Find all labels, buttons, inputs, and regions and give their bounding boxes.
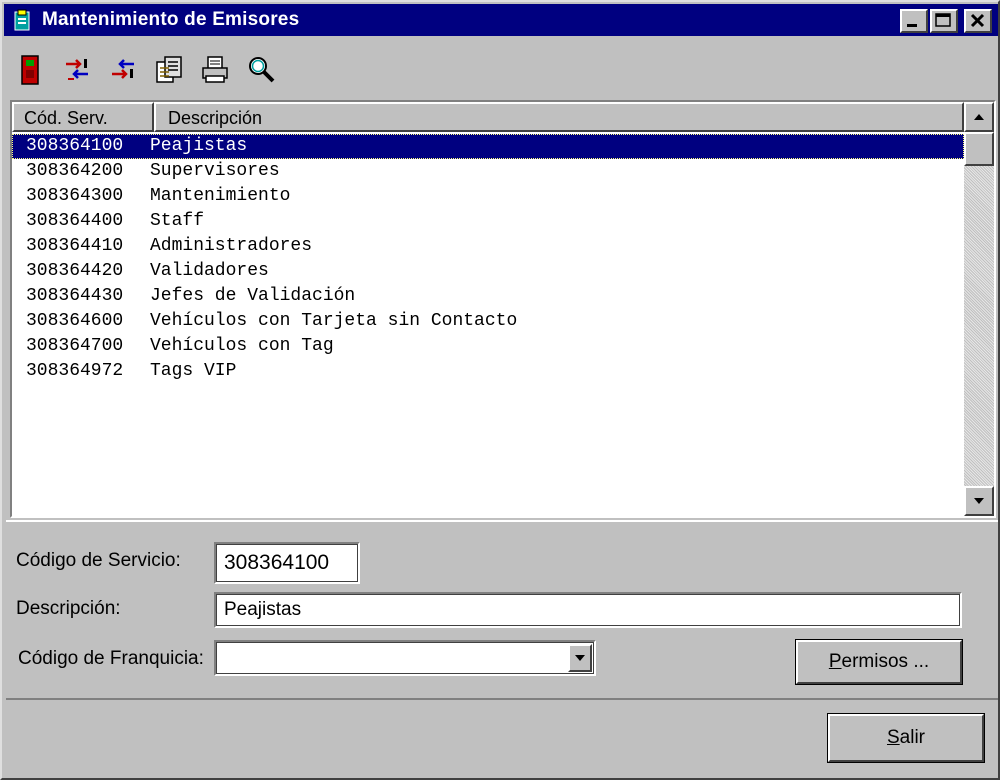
- maximize-icon: [935, 13, 951, 27]
- exit-door-icon[interactable]: [14, 53, 48, 87]
- detail-panel: Código de Servicio: 308364100 Descripció…: [6, 520, 998, 700]
- list-item[interactable]: 308364420 Validadores: [12, 259, 964, 284]
- minimize-icon: [907, 24, 917, 27]
- descripcion-field[interactable]: Peajistas: [214, 592, 962, 628]
- toolbar: [14, 50, 278, 90]
- list-header: Cód. Serv. Descripción: [12, 102, 964, 132]
- list-rows: 308364100 Peajistas 308364200 Supervisores…: [12, 134, 964, 384]
- arrow-up-icon: [974, 114, 984, 120]
- close-icon: [970, 13, 985, 28]
- window-title: Mantenimiento de Emisores: [42, 9, 300, 30]
- remove-record-icon[interactable]: [106, 53, 140, 87]
- maximize-button[interactable]: [930, 9, 958, 33]
- search-icon[interactable]: [244, 53, 278, 87]
- add-record-icon[interactable]: [60, 53, 94, 87]
- list-item[interactable]: 308364410 Administradores: [12, 234, 964, 259]
- descripcion-label: Descripción:: [16, 598, 121, 619]
- list-item[interactable]: 308364972 Tags VIP: [12, 359, 964, 384]
- franquicia-combo[interactable]: [214, 640, 596, 676]
- close-button[interactable]: [964, 9, 992, 33]
- minimize-button[interactable]: [900, 9, 928, 33]
- list-item[interactable]: 308364200 Supervisores: [12, 159, 964, 184]
- list-item[interactable]: 308364430 Jefes de Validación: [12, 284, 964, 309]
- arrow-down-icon: [974, 498, 984, 504]
- list-item[interactable]: 308364400 Staff: [12, 209, 964, 234]
- permisos-button[interactable]: Permisos ...: [795, 639, 963, 685]
- salir-button[interactable]: Salir: [827, 713, 985, 763]
- scroll-thumb[interactable]: [964, 132, 994, 166]
- list-item[interactable]: 308364100 Peajistas: [12, 134, 964, 159]
- print-icon[interactable]: [198, 53, 232, 87]
- main-window: Mantenimiento de Emisores Cód. Serv. Des…: [0, 0, 1000, 780]
- franquicia-dropdown-button[interactable]: [568, 644, 592, 672]
- app-icon: [12, 8, 34, 32]
- emisores-list[interactable]: Cód. Serv. Descripción 308364100 Peajista…: [10, 100, 996, 518]
- scroll-up-button[interactable]: [964, 102, 994, 132]
- codigo-servicio-label: Código de Servicio:: [16, 550, 181, 571]
- copy-icon[interactable]: [152, 53, 186, 87]
- chevron-down-icon: [575, 655, 585, 661]
- vertical-scrollbar[interactable]: [964, 102, 994, 516]
- franquicia-label: Código de Franquicia:: [18, 648, 204, 669]
- codigo-servicio-field[interactable]: 308364100: [214, 542, 360, 584]
- column-header-cod-serv[interactable]: Cód. Serv.: [12, 102, 154, 132]
- list-item[interactable]: 308364700 Vehículos con Tag: [12, 334, 964, 359]
- column-header-descripcion[interactable]: Descripción: [154, 102, 964, 132]
- title-bar: Mantenimiento de Emisores: [4, 4, 998, 36]
- scroll-down-button[interactable]: [964, 486, 994, 516]
- list-item[interactable]: 308364300 Mantenimiento: [12, 184, 964, 209]
- list-item[interactable]: 308364600 Vehículos con Tarjeta sin Conta…: [12, 309, 964, 334]
